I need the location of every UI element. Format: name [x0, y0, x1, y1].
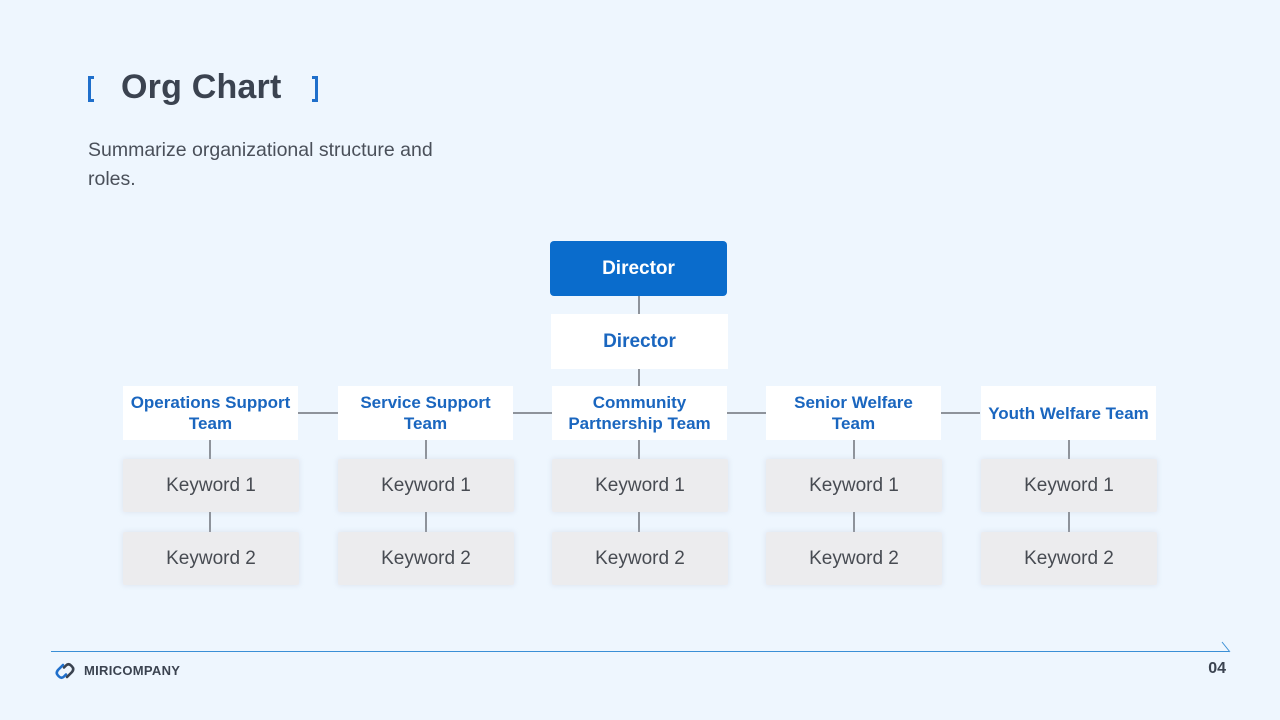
connector-director: [638, 296, 640, 314]
footer-divider: [51, 651, 1229, 652]
team-box-youth-welfare[interactable]: Youth Welfare Team: [981, 386, 1156, 440]
footer-arrow-tick-icon: [1221, 641, 1231, 653]
keyword-box[interactable]: Keyword 2: [123, 532, 299, 585]
connector-kw1-kw2: [853, 512, 855, 532]
title-block: Org Chart: [86, 66, 336, 114]
connector-sub-director: [638, 369, 640, 386]
connector-team-kw1: [209, 440, 211, 459]
keyword-box[interactable]: Keyword 1: [766, 459, 942, 512]
connector-kw1-kw2: [425, 512, 427, 532]
keyword-box[interactable]: Keyword 2: [552, 532, 728, 585]
team-box-service-support[interactable]: Service Support Team: [338, 386, 513, 440]
bracket-left-icon: [88, 76, 94, 102]
connector-team-kw1: [853, 440, 855, 459]
keyword-box[interactable]: Keyword 1: [552, 459, 728, 512]
keyword-box[interactable]: Keyword 2: [338, 532, 514, 585]
page-title: Org Chart: [121, 68, 282, 106]
keyword-box[interactable]: Keyword 1: [981, 459, 1157, 512]
page-subtitle: Summarize organizational structure and r…: [88, 139, 433, 190]
team-box-community-partnership[interactable]: Community Partnership Team: [552, 386, 727, 440]
team-box-operations[interactable]: Operations Support Team: [123, 386, 298, 440]
connector-team-kw1: [638, 440, 640, 459]
company-name: MIRICOMPANY: [84, 663, 181, 678]
keyword-box[interactable]: Keyword 2: [981, 532, 1157, 585]
connector-kw1-kw2: [638, 512, 640, 532]
sub-director-box[interactable]: Director: [551, 314, 728, 369]
page-number: 04: [1208, 660, 1226, 677]
bracket-right-icon: [312, 76, 318, 102]
connector-kw1-kw2: [1068, 512, 1070, 532]
link-chain-icon: [55, 662, 75, 680]
director-box[interactable]: Director: [550, 241, 727, 296]
team-box-senior-welfare[interactable]: Senior Welfare Team: [766, 386, 941, 440]
connector-kw1-kw2: [209, 512, 211, 532]
keyword-box[interactable]: Keyword 1: [338, 459, 514, 512]
connector-team-kw1: [1068, 440, 1070, 459]
keyword-box[interactable]: Keyword 1: [123, 459, 299, 512]
connector-team-kw1: [425, 440, 427, 459]
keyword-box[interactable]: Keyword 2: [766, 532, 942, 585]
